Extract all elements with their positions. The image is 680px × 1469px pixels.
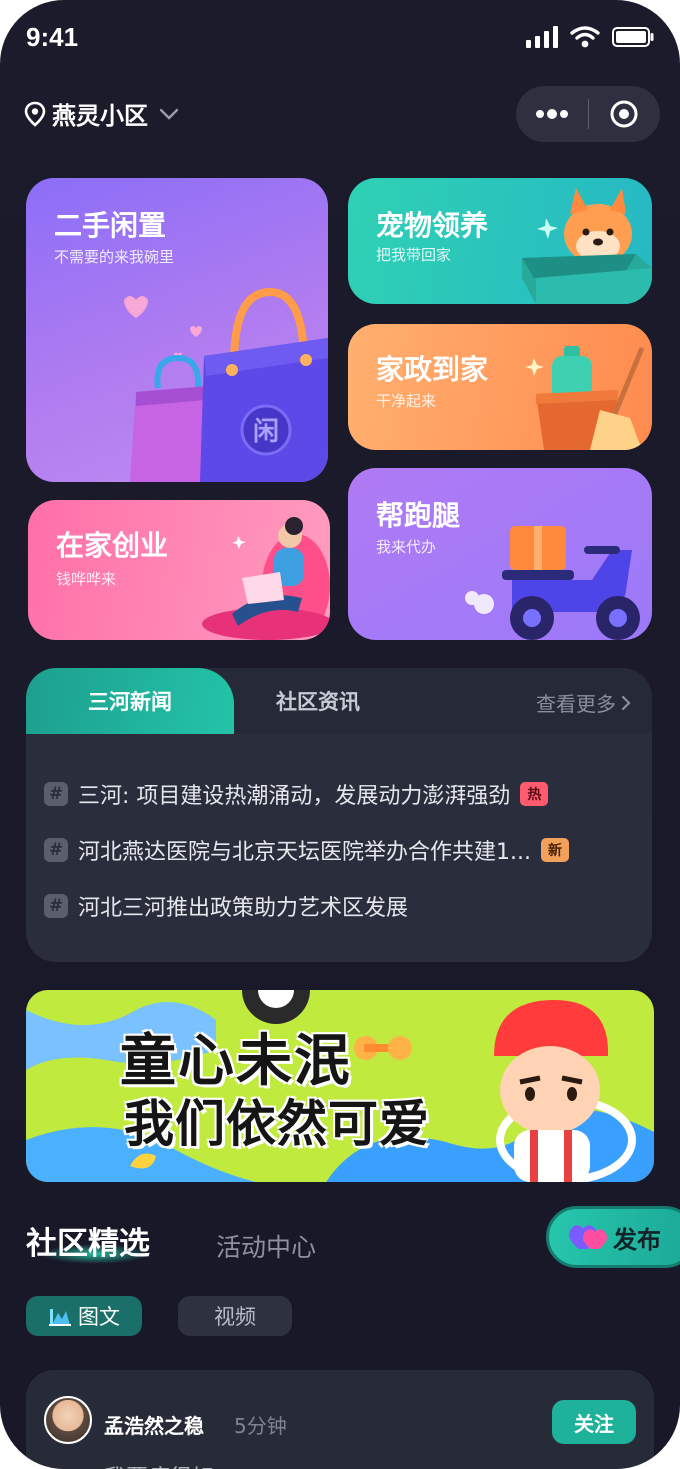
card-errand[interactable]: 帮跑腿 我来代办 [348,468,652,640]
card-home-startup[interactable]: 在家创业 钱哗哗来 [28,500,330,640]
news-item[interactable]: # 河北燕达医院与北京天坛医院举办合作共建1... 新 [44,834,644,866]
chart-mountain-icon [49,1309,71,1326]
publish-label: 发布 [613,1225,661,1254]
news-item-text: 三河: 项目建设热潮涌动，发展动力澎湃强劲 [78,784,511,809]
more-dots-icon [535,109,568,119]
wifi-icon [570,26,600,48]
card-errand-subtitle: 我来代办 [376,538,437,556]
card-secondhand-subtitle: 不需要的来我碗里 [54,248,175,266]
person-laptop-illustration [202,517,330,640]
tab-community-info[interactable]: 社区资讯 [276,686,360,716]
svg-text:闲: 闲 [253,417,279,447]
target-circle-icon [610,100,638,128]
hashtag-icon: # [44,838,68,862]
miniprogram-capsule [516,86,660,142]
post-time: 5分钟 [234,1414,287,1438]
filter-video[interactable]: 视频 [178,1296,292,1336]
card-secondhand-title: 二手闲置 [54,209,167,242]
news-item[interactable]: # 三河: 项目建设热潮涌动，发展动力澎湃强劲 热 [44,778,644,810]
location-pin-icon [24,101,46,127]
card-startup-subtitle: 钱哗哗来 [56,570,117,588]
new-badge: 新 [540,838,569,862]
signal-icon [526,26,558,48]
card-secondhand[interactable]: 二手闲置 不需要的来我碗里 闲 [26,178,328,482]
card-pet-adoption[interactable]: 宠物领养 把我带回家 [348,178,652,304]
news-item-text: 河北燕达医院与北京天坛医院举办合作共建1... [78,840,531,865]
chevron-right-icon [621,695,631,710]
card-pet-title: 宠物领养 [376,209,489,242]
view-more-label: 查看更多 [536,692,616,716]
shopping-bags-illustration: 闲 [124,287,328,482]
battery-icon [612,27,654,47]
more-menu-button[interactable] [516,86,588,142]
news-item-text: 河北三河推出政策助力艺术区发展 [78,896,409,921]
location-selector[interactable]: 燕灵小区 [24,96,180,131]
banner-headline-2: 我们依然可爱 [124,1095,430,1153]
avatar[interactable] [44,1396,92,1444]
phone-screen: 9:41 燕灵小区 二手闲置 不需要的来我碗里 闲 宠物领养 把我带回家 家政到… [0,0,680,1469]
scooter-delivery-illustration [465,526,640,640]
promo-banner[interactable]: 童心未泯 我们依然可爱 [26,990,654,1182]
card-housekeeping-subtitle: 干净起来 [376,392,437,410]
close-miniprogram-button[interactable] [589,86,661,142]
follow-button[interactable]: 关注 [552,1400,636,1444]
chevron-down-icon [159,108,179,120]
status-icons [526,26,654,48]
status-bar: 9:41 [0,0,680,80]
news-item[interactable]: # 河北三河推出政策助力艺术区发展 [44,890,644,922]
hot-badge: 热 [520,782,549,806]
tab-sanhe-news[interactable]: 三河新闻 [26,668,234,734]
publish-button[interactable]: 发布 [546,1206,680,1268]
post-card[interactable]: 孟浩然之稳 5分钟 关注 我要瘦很好 [26,1370,654,1469]
tab-community-picks[interactable]: 社区精选 [26,1218,150,1263]
news-panel: 三河新闻 社区资讯 查看更多 # 三河: 项目建设热潮涌动，发展动力澎湃强劲 热… [26,668,652,962]
location-name: 燕灵小区 [52,102,148,130]
heart-icon [569,1225,607,1249]
card-startup-title: 在家创业 [56,529,169,562]
view-more-link[interactable]: 查看更多 [536,688,632,717]
card-housekeeping-title: 家政到家 [376,353,489,386]
card-pet-subtitle: 把我带回家 [376,246,452,264]
filter-image-text[interactable]: 图文 [26,1296,142,1336]
hashtag-icon: # [44,782,68,806]
post-preview-text: 我要瘦很好 [104,1460,214,1469]
dog-in-box-illustration [522,188,652,304]
hashtag-icon: # [44,894,68,918]
filter-image-text-label: 图文 [78,1305,120,1329]
status-time: 9:41 [26,22,79,52]
cleaning-tools-illustration [525,346,645,450]
tab-activity-center[interactable]: 活动中心 [216,1228,316,1264]
card-housekeeping[interactable]: 家政到家 干净起来 [348,324,652,450]
post-username[interactable]: 孟浩然之稳 [104,1410,204,1439]
